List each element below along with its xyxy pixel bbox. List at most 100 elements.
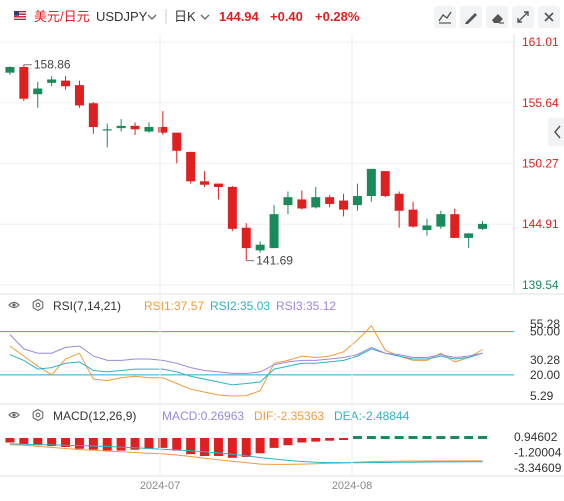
candle-body xyxy=(213,183,223,187)
macd-histogram-bar xyxy=(172,438,182,451)
price-panel: 161.01 155.64 150.27 144.91 139.54 158.86 141… xyxy=(0,34,564,293)
macd-histogram-bar xyxy=(478,436,488,439)
macd-histogram-bar xyxy=(241,438,251,457)
macd-histogram-bar xyxy=(74,438,84,449)
candle xyxy=(241,223,251,261)
candle-body xyxy=(116,125,126,129)
collapse-panel-button[interactable] xyxy=(548,118,564,146)
macd-histogram-bar xyxy=(366,436,376,439)
candle-body xyxy=(130,125,140,130)
chart-root: 美元/日元 USDJPY 日K 144.94 +0.40 +0.28% 161.… xyxy=(0,0,564,496)
macd-histogram-bar xyxy=(436,436,446,439)
eraser-icon[interactable] xyxy=(486,6,508,28)
candle xyxy=(436,210,446,229)
price-axis: 161.01 155.64 150.27 144.91 139.54 xyxy=(522,35,559,292)
candle xyxy=(464,233,474,249)
candle-body xyxy=(47,79,57,83)
candle-body xyxy=(283,197,293,206)
macd-histogram-bar xyxy=(255,438,265,454)
macd-label: MACD(12,26,9) xyxy=(53,409,136,423)
rsi-series-line xyxy=(9,348,483,386)
period-label[interactable]: 日K xyxy=(174,9,196,24)
chevron-down-icon[interactable] xyxy=(147,14,157,20)
candle-body xyxy=(394,193,404,211)
symbol-label[interactable]: USDJPY xyxy=(96,9,148,24)
candle-body xyxy=(422,225,432,230)
macd-histogram-bar xyxy=(352,436,362,439)
candle-body xyxy=(19,67,29,99)
candle-body xyxy=(450,214,460,238)
macd-histogram-bar xyxy=(450,436,460,439)
price-annotations: 158.86 141.69 xyxy=(23,58,293,268)
candle xyxy=(88,102,98,134)
candle-body xyxy=(339,200,349,210)
candle xyxy=(47,76,57,87)
candles xyxy=(5,64,488,261)
candle xyxy=(297,190,307,210)
macd-histogram-bar xyxy=(380,436,390,439)
period-chevron-icon[interactable] xyxy=(200,14,210,20)
rsi-legend: RSI1:37.57 RSI2:35.03 RSI3:35.12 xyxy=(144,299,336,313)
candle xyxy=(422,218,432,236)
price-tick-label: 150.27 xyxy=(522,157,559,171)
candle xyxy=(200,171,210,187)
candle-body xyxy=(172,132,182,151)
chart-svg: 美元/日元 USDJPY 日K 144.94 +0.40 +0.28% 161.… xyxy=(0,6,564,492)
candle-body xyxy=(436,214,446,227)
macd-histogram-bar xyxy=(5,438,15,443)
macd-histogram-bar xyxy=(325,438,335,441)
rsi-panel: RSI(7,14,21) RSI1:37.57 RSI2:35.03 RSI3:35… xyxy=(0,293,564,403)
candle xyxy=(325,194,335,208)
candle xyxy=(144,122,154,133)
candle-body xyxy=(102,129,112,131)
macd-axis: 0.94602 -1.20004-3.34609 xyxy=(514,430,562,475)
macd-histogram-bar xyxy=(283,438,293,446)
candle-body xyxy=(380,171,390,197)
candle xyxy=(352,183,362,211)
macd-histogram-bar xyxy=(88,438,98,450)
candle-body xyxy=(478,223,488,229)
candle xyxy=(130,122,140,135)
rsi-lines xyxy=(0,324,514,397)
candle xyxy=(394,191,404,228)
rsi-series-line xyxy=(9,334,483,374)
rsi-tick-label: 20.00 xyxy=(530,368,560,382)
pair-name[interactable]: 美元/日元 xyxy=(34,9,90,24)
candle-body xyxy=(186,151,196,182)
candle-body xyxy=(325,197,335,204)
candle-body xyxy=(200,181,210,185)
macd-histogram-bar xyxy=(200,438,210,456)
candle xyxy=(339,193,349,217)
candle-body xyxy=(227,186,237,229)
candle-body xyxy=(408,209,418,227)
candle xyxy=(269,205,279,249)
last-price: 144.94 xyxy=(219,9,260,24)
compare-icon[interactable] xyxy=(434,6,456,28)
candle xyxy=(172,132,182,164)
candle-body xyxy=(61,80,71,87)
rsi-eye-icon[interactable] xyxy=(8,301,20,309)
price-change-pct: +0.28% xyxy=(315,9,360,24)
rsi-settings-icon[interactable] xyxy=(32,298,44,312)
candle xyxy=(408,201,418,228)
draw-icon[interactable] xyxy=(460,6,482,28)
macd-histogram-bar xyxy=(269,438,279,448)
close-icon[interactable] xyxy=(538,6,560,28)
candle xyxy=(283,191,293,215)
rsi-label: RSI(7,14,21) xyxy=(53,299,121,313)
macd-tick-label: -3.34609 xyxy=(514,461,562,475)
macd-settings-icon[interactable] xyxy=(32,408,44,422)
macd-eye-icon[interactable] xyxy=(8,411,20,419)
x-tick-label: 2024-08 xyxy=(332,480,372,492)
candle xyxy=(478,220,488,230)
rsi-series-line xyxy=(9,324,483,397)
candle-body xyxy=(5,67,15,73)
candle xyxy=(61,76,71,90)
macd-histogram-bar xyxy=(116,438,126,451)
macd-histogram-bar xyxy=(19,438,29,445)
macd-histogram-bar xyxy=(297,438,307,443)
fullscreen-icon[interactable] xyxy=(512,6,534,28)
rsi-legend-item: RSI3:35.12 xyxy=(276,299,336,313)
macd-histogram-bar xyxy=(311,438,321,442)
candle-body xyxy=(241,227,251,249)
